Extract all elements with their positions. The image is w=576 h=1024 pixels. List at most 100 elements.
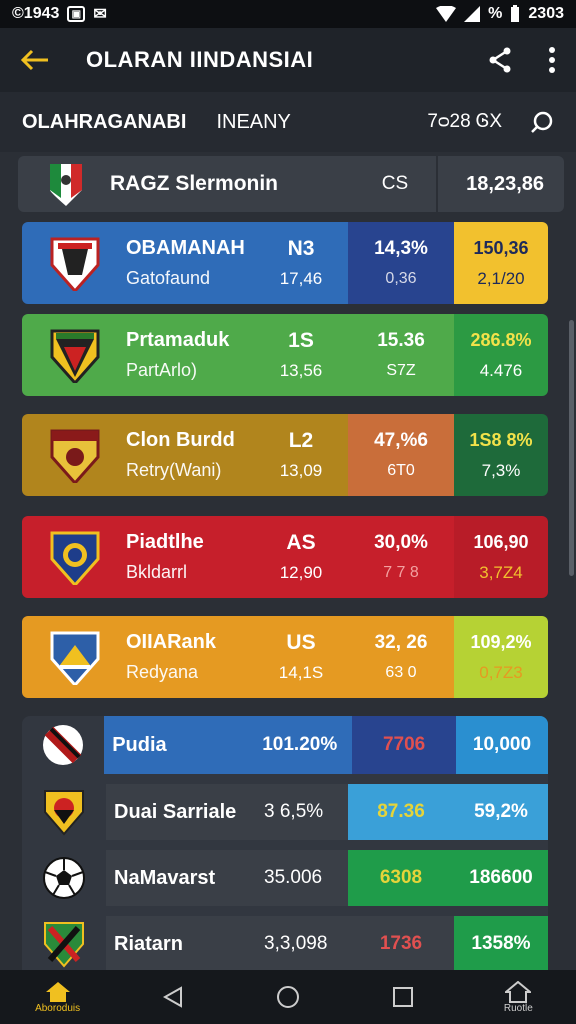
back-arrow-icon[interactable] (20, 48, 50, 72)
team-name: OIIARank (126, 631, 217, 653)
team-name: Piadtlhe (126, 531, 204, 553)
stat-value: 14,3% (374, 238, 428, 259)
team-name: Clon Burdd (126, 429, 235, 451)
list-item-v1: 3,3,098 (264, 933, 328, 954)
list-item[interactable]: Pudia 101.20% 7706 10,000 (22, 716, 548, 774)
crest-icon (50, 237, 100, 291)
profile-button[interactable]: Ruotle (483, 980, 553, 1014)
crest-icon (44, 922, 84, 968)
team-card[interactable]: Clon Burdd Retry(Wani) L2 13,09 47,%6 6T… (22, 414, 548, 496)
list-item-v1: 101.20% (262, 734, 338, 755)
stat-sub: 0,7Z3 (479, 662, 523, 682)
home-icon (45, 981, 70, 1002)
recents-button[interactable] (368, 986, 438, 1008)
stat-value: 286.8% (470, 329, 532, 350)
notification-icon: ▣ (67, 6, 86, 22)
stat-value: 150,36 (473, 237, 529, 258)
team-card[interactable]: Piadtlhe Bkldarrl AS 12,90 30,0% 7 7 8 1… (22, 516, 548, 598)
page-title: OLARAN IINDANSIAI (86, 47, 314, 72)
list-item-v1: 35.006 (264, 867, 323, 888)
team-sub: Retry(Wani) (126, 460, 222, 480)
list-item-name: NaMavarst (114, 866, 216, 889)
app-bar: OLARAN IINDANSIAI (0, 28, 576, 92)
crest-icon (44, 790, 84, 836)
team-list: Pudia 101.20% 7706 10,000 Duai Sarriale … (22, 716, 548, 972)
list-item-v1: 3 6,5% (264, 801, 324, 822)
wifi-icon (436, 6, 457, 22)
share-icon[interactable] (488, 47, 512, 73)
date-filter[interactable]: 7ᴑ28 ᎶX (427, 111, 502, 133)
red-black-ball-icon (43, 725, 84, 765)
section-title: OLAHRAGANABI (22, 110, 187, 133)
stat-sub: 3,7Z4 (479, 562, 523, 582)
team-card[interactable]: OIIARank Redyana US 14,1S 32, 26 63 0 10… (22, 616, 548, 698)
team-card[interactable]: OBAMANAH Gatofaund N3 17,46 14,3% 0,36 1… (22, 222, 548, 304)
list-item-v2: 7706 (352, 716, 456, 774)
more-vert-icon[interactable] (548, 47, 556, 73)
list-item-v3: 186600 (454, 850, 548, 906)
square-icon (393, 987, 414, 1007)
team-code: US (286, 631, 316, 654)
nav-bar: Aboroduis Ruotle (0, 970, 576, 1024)
stat-sub: 6T0 (387, 462, 415, 479)
team-code: L2 (288, 429, 314, 452)
list-item[interactable]: Duai Sarriale 3 6,5% 87.36 59,2% (22, 784, 548, 840)
crest-icon (50, 329, 100, 383)
team-code-sub: 12,90 (279, 563, 323, 582)
team-code-sub: 14,1S (278, 663, 324, 682)
list-item[interactable]: Riatarn 3,3,098 1736 1358% (22, 916, 548, 972)
team-code: 1S (288, 329, 314, 352)
scrollbar[interactable] (569, 320, 574, 576)
signal-icon (464, 6, 481, 22)
list-item-v2: 1736 (348, 916, 454, 972)
list-item[interactable]: NaMavarst 35.006 6308 186600 (22, 850, 548, 906)
summary-name: RAGZ Slermonin (110, 172, 279, 195)
team-code-sub: 13,09 (279, 461, 323, 480)
crest-icon (50, 631, 100, 685)
list-item-name: Pudia (112, 733, 167, 756)
team-code: N3 (287, 237, 315, 260)
back-triangle-icon (162, 986, 182, 1008)
stat-sub: 7 7 8 (383, 564, 419, 581)
search-icon[interactable] (530, 110, 554, 134)
crest-icon (50, 531, 100, 585)
list-item-name: Riatarn (114, 932, 183, 955)
battery-icon (511, 5, 520, 22)
stat-sub: 0,36 (385, 270, 417, 287)
stat-sub: 2,1/20 (477, 268, 525, 288)
home-button[interactable]: Aboroduis (23, 981, 93, 1014)
team-code-sub: 13,56 (279, 361, 323, 380)
team-sub: PartArlo) (126, 360, 198, 380)
stat-sub: 4.476 (479, 360, 523, 380)
list-item-v2: 87.36 (348, 784, 454, 840)
summary-row[interactable]: RAGZ Slermonin CS 18,23,86 (18, 156, 564, 212)
soccer-ball-icon (43, 857, 85, 899)
back-button[interactable] (138, 986, 208, 1008)
team-card[interactable]: Prtamaduk PartArlo) 1S 13,56 15.36 S7Z 2… (22, 314, 548, 396)
stat-value: 30,0% (374, 532, 428, 553)
team-sub: Gatofaund (126, 268, 211, 288)
sub-header: OLAHRAGANABI INEANY 7ᴑ28 ᎶX (0, 92, 576, 152)
team-code-sub: 17,46 (279, 269, 323, 288)
team-name: OBAMANAH (126, 237, 245, 259)
stat-sub: 63 0 (385, 664, 417, 681)
section-subtitle: INEANY (216, 110, 291, 133)
stat-value: 106,90 (473, 531, 529, 552)
status-bar: ©1943 ▣ ✉ % 2303 (0, 0, 576, 28)
stat-sub: S7Z (386, 362, 416, 379)
clock: 2303 (528, 5, 564, 22)
stat-value: 109,2% (470, 631, 532, 652)
flag-crest-icon (50, 164, 82, 206)
profile-home-icon (505, 980, 532, 1003)
crest-icon (50, 429, 100, 483)
list-item-v3: 10,000 (455, 716, 548, 774)
stat-value: 15.36 (377, 330, 425, 351)
summary-value: 18,23,86 (466, 172, 544, 195)
team-sub: Bkldarrl (126, 562, 188, 582)
summary-code: CS (382, 156, 439, 212)
team-code: AS (286, 531, 316, 554)
home-circle-button[interactable] (253, 985, 323, 1009)
stat-value: 1S8 8% (469, 429, 533, 450)
list-item-v3: 59,2% (454, 784, 548, 840)
status-left-text: ©1943 (12, 5, 60, 22)
